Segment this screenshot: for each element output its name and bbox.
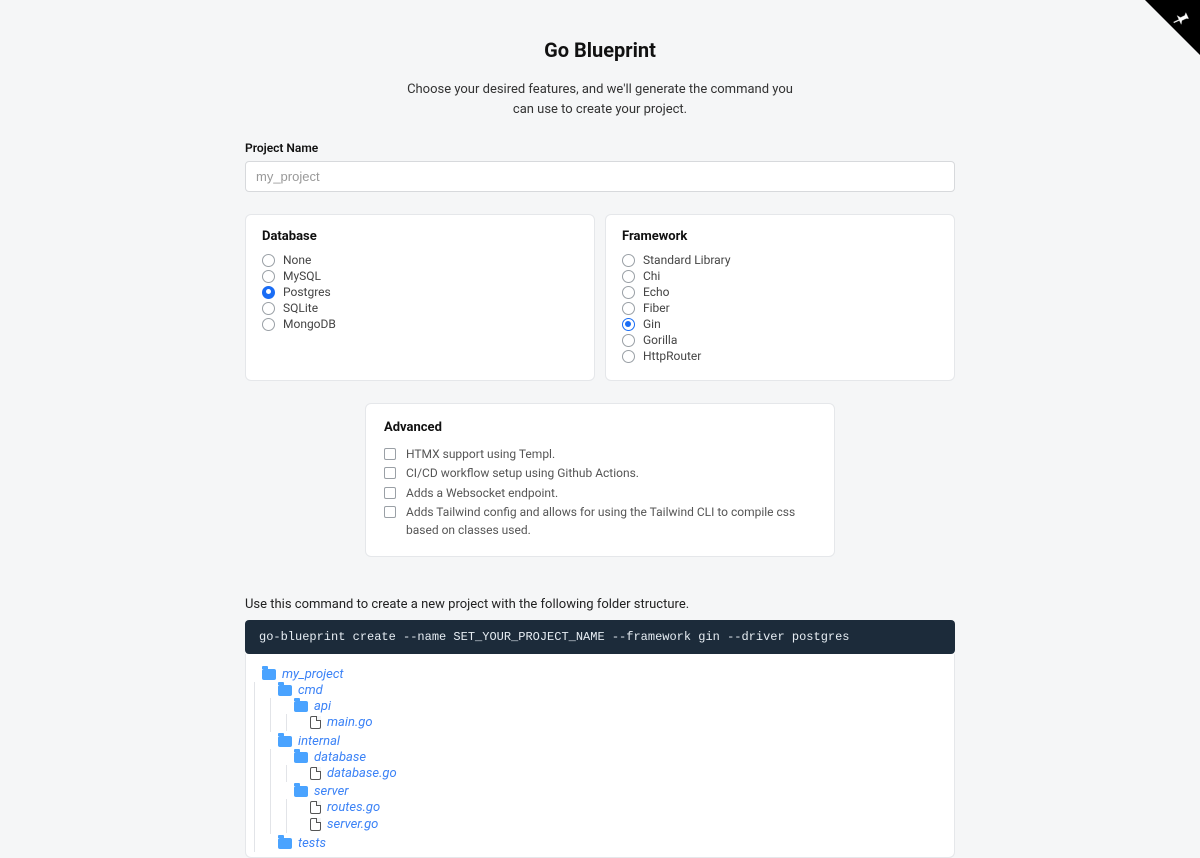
checkbox-icon — [384, 487, 396, 499]
project-name-label: Project Name — [245, 141, 955, 155]
radio-icon — [622, 350, 635, 363]
checkbox-icon — [384, 506, 396, 518]
option-label: Gin — [643, 317, 661, 331]
option-label: None — [283, 253, 311, 267]
framework-option-gin[interactable]: Gin — [622, 316, 938, 332]
command-note: Use this command to create a new project… — [245, 597, 955, 612]
radio-icon — [262, 302, 275, 315]
database-option-none[interactable]: None — [262, 252, 578, 268]
framework-option-httprouter[interactable]: HttpRouter — [622, 348, 938, 364]
page-subtitle: Choose your desired features, and we'll … — [400, 80, 800, 119]
tree-folder-internal[interactable]: internal — [278, 734, 938, 749]
framework-option-fiber[interactable]: Fiber — [622, 300, 938, 316]
tree-folder-cmd[interactable]: cmd — [278, 683, 938, 698]
advanced-option-2[interactable]: Adds a Websocket endpoint. — [384, 484, 816, 503]
option-label: Adds a Websocket endpoint. — [406, 485, 558, 502]
option-label: MongoDB — [283, 317, 336, 331]
file-icon — [310, 801, 321, 814]
option-label: CI/CD workflow setup using Github Action… — [406, 465, 639, 482]
database-option-sqlite[interactable]: SQLite — [262, 300, 578, 316]
framework-option-chi[interactable]: Chi — [622, 268, 938, 284]
option-label: Gorilla — [643, 333, 677, 347]
pin-icon — [1169, 5, 1195, 31]
file-icon — [310, 818, 321, 831]
tree-file-server-go[interactable]: server.go — [310, 817, 938, 832]
option-label: Echo — [643, 285, 669, 299]
advanced-card: Advanced HTMX support using Templ. CI/CD … — [365, 403, 835, 557]
radio-icon — [622, 254, 635, 267]
radio-icon — [622, 318, 635, 331]
advanced-option-0[interactable]: HTMX support using Templ. — [384, 445, 816, 464]
radio-icon — [622, 334, 635, 347]
framework-option-gorilla[interactable]: Gorilla — [622, 332, 938, 348]
option-label: Fiber — [643, 301, 670, 315]
database-option-mongodb[interactable]: MongoDB — [262, 316, 578, 332]
command-output[interactable]: go-blueprint create --name SET_YOUR_PROJ… — [245, 620, 955, 654]
tree-folder-database[interactable]: database — [294, 750, 938, 765]
framework-card: Framework Standard Library Chi Echo Fiber Gi… — [605, 214, 955, 381]
file-icon — [310, 767, 321, 780]
option-label: Postgres — [283, 285, 331, 299]
option-label: SQLite — [283, 301, 318, 315]
radio-icon — [622, 270, 635, 283]
tree-file-routes-go[interactable]: routes.go — [310, 800, 938, 815]
database-option-postgres[interactable]: Postgres — [262, 284, 578, 300]
folder-icon — [278, 736, 292, 747]
advanced-title: Advanced — [384, 420, 816, 435]
option-label: HttpRouter — [643, 349, 701, 363]
database-title: Database — [262, 229, 578, 244]
folder-icon — [278, 838, 292, 849]
option-label: Chi — [643, 269, 660, 283]
framework-title: Framework — [622, 229, 938, 244]
framework-option-standard-library[interactable]: Standard Library — [622, 252, 938, 268]
advanced-option-3[interactable]: Adds Tailwind config and allows for usin… — [384, 503, 816, 540]
checkbox-icon — [384, 448, 396, 460]
radio-icon — [622, 302, 635, 315]
folder-icon — [278, 685, 292, 696]
advanced-option-1[interactable]: CI/CD workflow setup using Github Action… — [384, 464, 816, 483]
option-label: HTMX support using Templ. — [406, 446, 555, 463]
radio-icon — [622, 286, 635, 299]
tree-folder-root[interactable]: my_project — [262, 667, 938, 682]
framework-option-echo[interactable]: Echo — [622, 284, 938, 300]
tree-folder-tests[interactable]: tests — [278, 836, 938, 851]
project-name-input[interactable] — [245, 161, 955, 192]
folder-tree: my_project cmd api — [245, 654, 955, 858]
option-label: MySQL — [283, 269, 321, 283]
radio-icon — [262, 254, 275, 267]
database-card: Database None MySQL Postgres SQLite MongoDB — [245, 214, 595, 381]
radio-icon — [262, 270, 275, 283]
radio-icon — [262, 318, 275, 331]
tree-folder-server[interactable]: server — [294, 784, 938, 799]
folder-icon — [294, 752, 308, 763]
tree-file-main-go[interactable]: main.go — [310, 715, 938, 730]
page-title: Go Blueprint — [245, 38, 955, 62]
radio-icon — [262, 286, 275, 299]
option-label: Standard Library — [643, 253, 731, 267]
database-option-mysql[interactable]: MySQL — [262, 268, 578, 284]
option-label: Adds Tailwind config and allows for usin… — [406, 504, 816, 539]
folder-icon — [262, 669, 276, 680]
checkbox-icon — [384, 467, 396, 479]
tree-folder-api[interactable]: api — [294, 699, 938, 714]
folder-icon — [294, 786, 308, 797]
corner-badge[interactable] — [1145, 0, 1200, 55]
file-icon — [310, 716, 321, 729]
tree-file-database-go[interactable]: database.go — [310, 766, 938, 781]
